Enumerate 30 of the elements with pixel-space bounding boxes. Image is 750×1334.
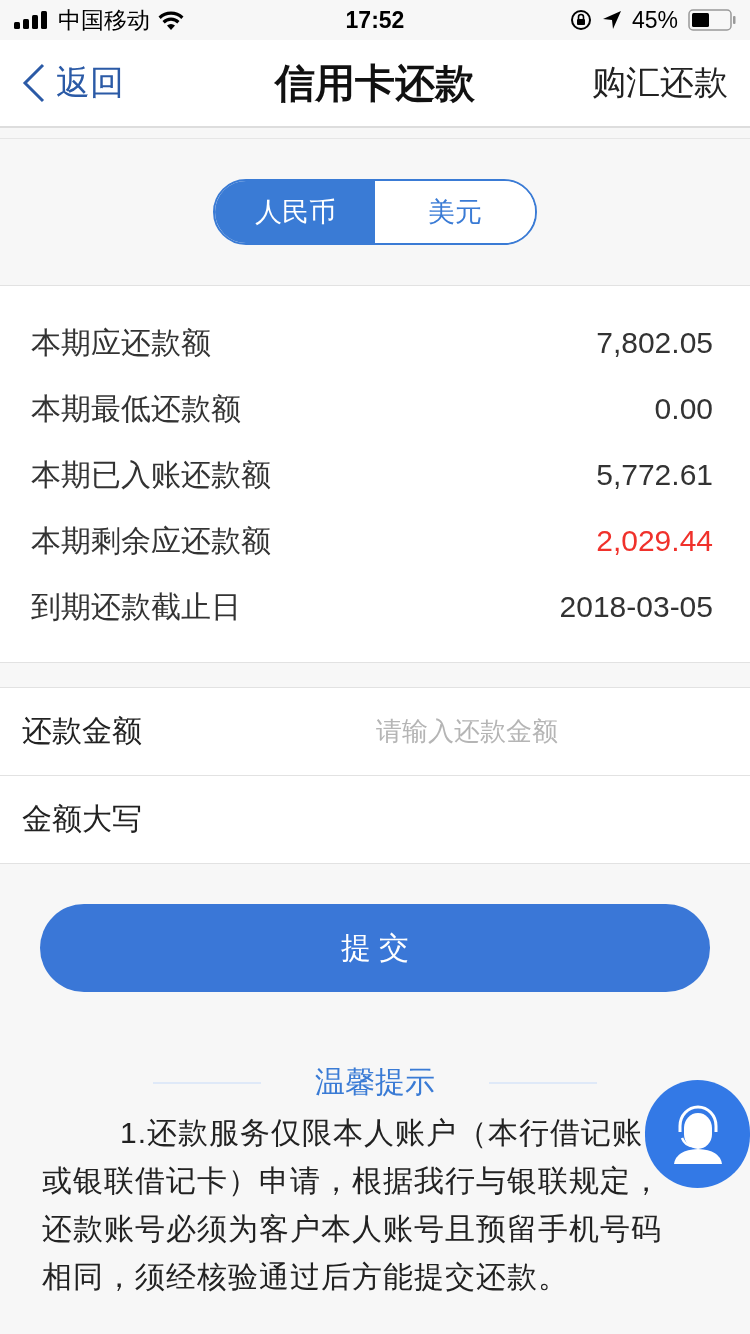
back-button[interactable]: 返回 [22, 60, 124, 106]
summary-value: 5,772.61 [596, 458, 713, 492]
currency-tab[interactable]: 人民币 [215, 181, 375, 243]
summary-label: 本期应还款额 [31, 324, 211, 361]
chevron-left-icon [22, 63, 46, 103]
field-label: 金额大写 [22, 801, 143, 837]
amount-input-field[interactable]: 请输入还款金额 [376, 716, 728, 747]
summary-value: 2018-03-05 [559, 590, 713, 624]
summary-label: 本期剩余应还款额 [31, 522, 271, 559]
summary-value: 2,029.44 [596, 524, 713, 558]
page-title: 信用卡还款 [275, 60, 475, 105]
signal-icon [14, 11, 50, 29]
summary-label: 本期已入账还款额 [31, 456, 271, 493]
field-label: 还款金额 [22, 713, 143, 749]
summary-label: 本期最低还款额 [31, 390, 241, 427]
tip-paragraph: 1.还款服务仅限本人账户（本行借记账或银联借记卡）申请，根据我行与银联规定，还款账号必须为客户本人账号且预留手机号码相同，须经核验通过后方能提交还款。 [42, 1115, 663, 1295]
tips-title: 温馨提示 [315, 1064, 435, 1100]
summary-value: 7,802.05 [596, 326, 713, 360]
submit-button[interactable]: 提 交 [40, 904, 710, 992]
exchange-repay-link[interactable]: 购汇还款 [592, 60, 728, 106]
rotation-lock-icon [569, 9, 592, 31]
wifi-icon [158, 10, 184, 30]
battery-icon [688, 9, 736, 31]
carrier-name: 中国移动 [58, 5, 150, 35]
currency-tab[interactable]: 美元 [375, 181, 535, 243]
summary-value: 0.00 [654, 392, 713, 426]
summary-label: 到期还款截止日 [31, 588, 241, 625]
location-arrow-icon [601, 10, 622, 30]
battery-percent: 45% [631, 6, 678, 34]
clock-time: 17:52 [345, 6, 405, 33]
